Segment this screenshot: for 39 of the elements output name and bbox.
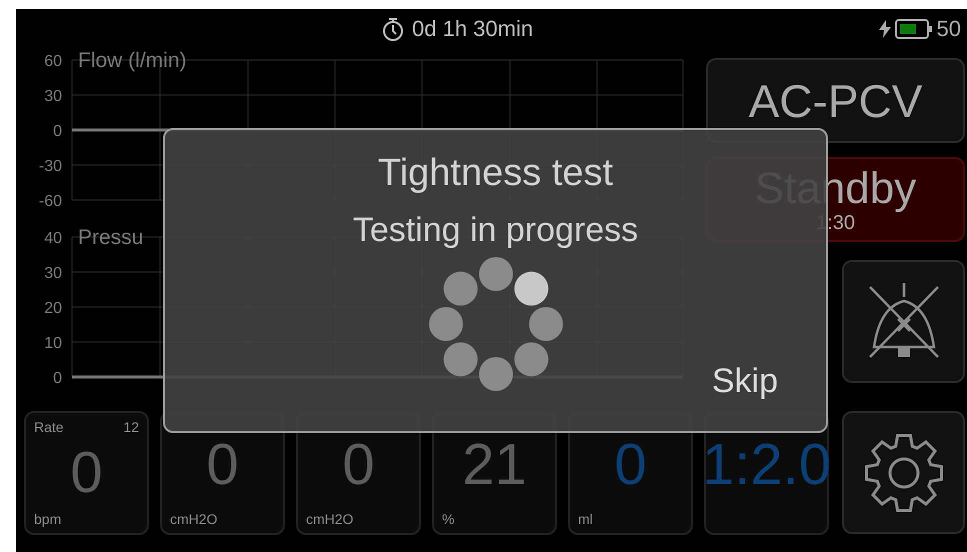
parameter-value: 1:2.0 (702, 435, 831, 495)
settings-icon (862, 432, 944, 514)
alarm-mute-button[interactable] (842, 260, 965, 383)
chart-title: Pressu (78, 226, 144, 249)
stopwatch-icon (382, 17, 404, 41)
parameter-unit: bpm (34, 511, 62, 527)
skip-button[interactable]: Skip (712, 362, 778, 401)
parameter-value: 0 (206, 435, 239, 495)
battery-icon (894, 19, 933, 39)
axis-tick-label: 0 (53, 370, 62, 387)
axis-tick-label: -30 (38, 158, 62, 175)
elapsed-time: 0d 1h 30min (412, 16, 534, 42)
axis-tick-label: 30 (44, 88, 62, 105)
parameter-tile[interactable]: Rate 12 0 bpm (24, 411, 149, 535)
chart-title: Flow (l/min) (78, 49, 186, 72)
dialog-title: Tightness test (378, 152, 614, 195)
settings-button[interactable] (842, 411, 965, 534)
axis-tick-label: 20 (44, 300, 62, 317)
parameter-label: Rate (34, 419, 64, 435)
mode-button[interactable]: AC-PCV (706, 58, 965, 143)
axis-tick-label: 0 (53, 123, 62, 140)
parameter-unit: cmH2O (306, 511, 354, 527)
parameter-value: 21 (462, 435, 527, 495)
axis-tick-label: -60 (38, 193, 62, 210)
parameter-unit: % (442, 511, 454, 527)
dialog-message: Testing in progress (352, 211, 638, 250)
axis-tick-label: 60 (44, 53, 62, 70)
axis-tick-label: 30 (44, 265, 62, 282)
battery-level: 50 (936, 16, 961, 42)
axis-tick-label: 10 (44, 335, 62, 352)
loading-spinner-icon (428, 256, 564, 392)
parameter-value: 0 (342, 435, 375, 495)
parameter-value: 0 (614, 435, 647, 495)
charging-bolt-icon (878, 20, 891, 38)
parameter-setting: 12 (123, 419, 139, 435)
parameter-unit: cmH2O (170, 511, 218, 527)
parameter-unit: ml (578, 511, 593, 527)
parameter-value: 0 (70, 443, 103, 503)
axis-tick-label: 40 (44, 230, 62, 247)
